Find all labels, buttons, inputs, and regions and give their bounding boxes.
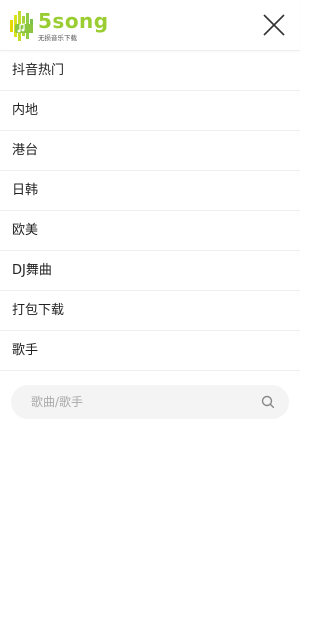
menu-item-western[interactable]: 欧美	[0, 211, 300, 251]
menu-item-bundle-download[interactable]: 打包下载	[0, 291, 300, 331]
search-input[interactable]	[31, 385, 241, 419]
header: 5song 无损音乐下载	[0, 0, 300, 51]
logo-subtitle: 无损音乐下载	[38, 34, 77, 42]
menu-item-douyin-hot[interactable]: 抖音热门	[0, 51, 300, 91]
music-waveform-logo-icon	[10, 11, 33, 41]
search-box	[11, 385, 289, 419]
menu-item-japan-korea[interactable]: 日韩	[0, 171, 300, 211]
search-icon[interactable]	[261, 395, 275, 409]
site-logo[interactable]: 5song 无损音乐下载	[9, 9, 109, 43]
close-icon[interactable]	[262, 13, 286, 37]
menu-item-hk-taiwan[interactable]: 港台	[0, 131, 300, 171]
menu-item-dj[interactable]: DJ舞曲	[0, 251, 300, 291]
search-area	[0, 371, 300, 419]
nav-menu: 抖音热门 内地 港台 日韩 欧美 DJ舞曲 打包下载 歌手	[0, 51, 300, 371]
menu-item-artists[interactable]: 歌手	[0, 331, 300, 371]
menu-item-mainland[interactable]: 内地	[0, 91, 300, 131]
logo-text: 5song	[38, 9, 109, 33]
